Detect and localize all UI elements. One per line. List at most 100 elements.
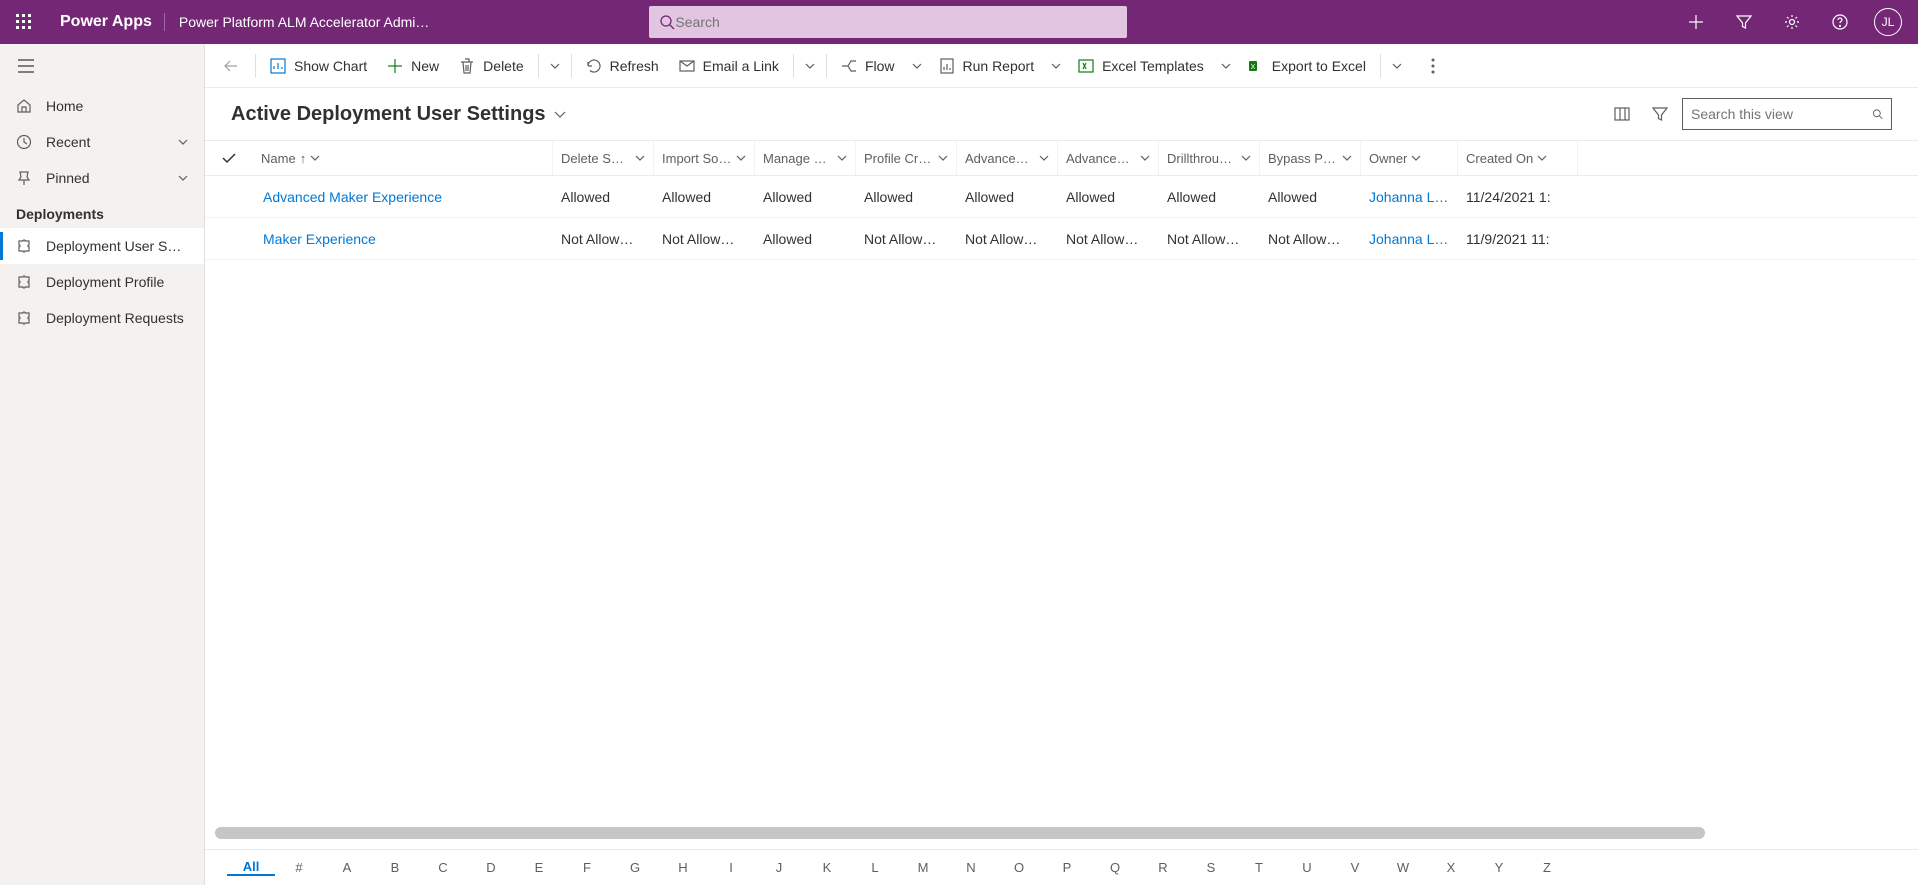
row-name-link[interactable]: Advanced Maker Experience xyxy=(253,189,553,205)
delete-split-chevron[interactable] xyxy=(543,63,567,69)
cell: Allowed xyxy=(957,189,1058,205)
nav-label: Pinned xyxy=(46,170,178,186)
flow-button[interactable]: Flow xyxy=(831,44,905,88)
excel-templates-button[interactable]: Excel Templates xyxy=(1068,44,1214,88)
nav-group-deployments: Deployments xyxy=(0,196,204,228)
column-header[interactable]: Delete Solu… xyxy=(553,141,654,175)
waffle-icon[interactable] xyxy=(0,0,48,44)
chevron-down-icon xyxy=(1140,155,1150,161)
export-split-chevron[interactable] xyxy=(1385,63,1409,69)
alpha-b[interactable]: B xyxy=(371,860,419,875)
delete-button[interactable]: Delete xyxy=(449,44,533,88)
chevron-down-icon xyxy=(736,155,746,161)
flow-chevron[interactable] xyxy=(905,63,929,69)
new-button[interactable]: New xyxy=(377,44,449,88)
show-chart-button[interactable]: Show Chart xyxy=(260,44,377,88)
alpha-x[interactable]: X xyxy=(1427,860,1475,875)
help-icon[interactable] xyxy=(1820,0,1860,44)
nav-pinned[interactable]: Pinned xyxy=(0,160,204,196)
more-commands-icon[interactable] xyxy=(1417,58,1449,74)
column-header[interactable]: Advanced … xyxy=(957,141,1058,175)
alpha-h[interactable]: H xyxy=(659,860,707,875)
alpha-v[interactable]: V xyxy=(1331,860,1379,875)
cell: Allowed xyxy=(654,189,755,205)
alpha-l[interactable]: L xyxy=(851,860,899,875)
export-excel-button[interactable]: X Export to Excel xyxy=(1238,44,1376,88)
column-header[interactable]: Drillthroug… xyxy=(1159,141,1260,175)
alpha-q[interactable]: Q xyxy=(1091,860,1139,875)
row-name-link[interactable]: Maker Experience xyxy=(253,231,553,247)
hamburger-icon[interactable] xyxy=(0,44,204,88)
view-selector[interactable]: Active Deployment User Settings xyxy=(231,103,566,126)
alpha-s[interactable]: S xyxy=(1187,860,1235,875)
alpha-e[interactable]: E xyxy=(515,860,563,875)
nav-recent[interactable]: Recent xyxy=(0,124,204,160)
alpha-w[interactable]: W xyxy=(1379,860,1427,875)
horizontal-scrollbar[interactable] xyxy=(215,827,1908,839)
column-header[interactable]: Manage So… xyxy=(755,141,856,175)
alpha-n[interactable]: N xyxy=(947,860,995,875)
gear-icon[interactable] xyxy=(1772,0,1812,44)
puzzle-icon xyxy=(16,238,36,254)
alpha-y[interactable]: Y xyxy=(1475,860,1523,875)
alpha-z[interactable]: Z xyxy=(1523,860,1571,875)
view-search-input[interactable] xyxy=(1691,106,1872,122)
pin-icon xyxy=(16,170,36,186)
column-header[interactable]: Created On xyxy=(1458,141,1578,175)
email-link-button[interactable]: Email a Link xyxy=(669,44,789,88)
run-report-chevron[interactable] xyxy=(1044,63,1068,69)
alpha-o[interactable]: O xyxy=(995,860,1043,875)
email-split-chevron[interactable] xyxy=(798,63,822,69)
back-button[interactable] xyxy=(215,50,247,82)
refresh-button[interactable]: Refresh xyxy=(576,44,669,88)
app-name[interactable]: Power Apps xyxy=(48,13,165,31)
nav-deployment-item[interactable]: Deployment Requests xyxy=(0,300,204,336)
add-icon[interactable] xyxy=(1676,0,1716,44)
nav-deployment-item[interactable]: Deployment User Se… xyxy=(0,228,204,264)
view-search[interactable] xyxy=(1682,98,1892,130)
alpha-g[interactable]: G xyxy=(611,860,659,875)
column-header[interactable]: Import Sol… xyxy=(654,141,755,175)
alpha-#[interactable]: # xyxy=(275,860,323,875)
chevron-down-icon xyxy=(1241,155,1251,161)
chevron-down-icon xyxy=(1537,155,1547,161)
filter-view-icon[interactable] xyxy=(1644,98,1676,130)
alpha-p[interactable]: P xyxy=(1043,860,1091,875)
column-header[interactable]: Owner xyxy=(1361,141,1458,175)
owner-link[interactable]: Johanna Lorenz xyxy=(1361,231,1458,247)
table-row[interactable]: Advanced Maker ExperienceAllowedAllowedA… xyxy=(205,176,1918,218)
view-title-label: Active Deployment User Settings xyxy=(231,103,546,126)
global-search-input[interactable] xyxy=(675,14,1117,30)
cell: 11/9/2021 11: xyxy=(1458,231,1578,247)
alpha-d[interactable]: D xyxy=(467,860,515,875)
alpha-u[interactable]: U xyxy=(1283,860,1331,875)
excel-templates-chevron[interactable] xyxy=(1214,63,1238,69)
column-header[interactable]: Name↑ xyxy=(253,141,553,175)
nav-deployment-item[interactable]: Deployment Profile xyxy=(0,264,204,300)
alpha-i[interactable]: I xyxy=(707,860,755,875)
svg-text:X: X xyxy=(1250,64,1255,71)
data-grid: Name↑Delete Solu…Import Sol…Manage So…Pr… xyxy=(205,140,1918,849)
alpha-f[interactable]: F xyxy=(563,860,611,875)
alpha-a[interactable]: A xyxy=(323,860,371,875)
edit-columns-icon[interactable] xyxy=(1606,98,1638,130)
owner-link[interactable]: Johanna Lorenz xyxy=(1361,189,1458,205)
alpha-all[interactable]: All xyxy=(227,859,275,876)
column-header[interactable]: Profile Crea… xyxy=(856,141,957,175)
alpha-r[interactable]: R xyxy=(1139,860,1187,875)
select-all-checkbox[interactable] xyxy=(205,141,253,175)
nav-home[interactable]: Home xyxy=(0,88,204,124)
alpha-m[interactable]: M xyxy=(899,860,947,875)
alpha-t[interactable]: T xyxy=(1235,860,1283,875)
run-report-button[interactable]: Run Report xyxy=(929,44,1045,88)
alpha-k[interactable]: K xyxy=(803,860,851,875)
user-avatar[interactable]: JL xyxy=(1868,0,1908,44)
alpha-c[interactable]: C xyxy=(419,860,467,875)
global-search[interactable] xyxy=(649,6,1127,38)
column-header[interactable]: Advanced … xyxy=(1058,141,1159,175)
column-header[interactable]: Bypass Pre… xyxy=(1260,141,1361,175)
chevron-down-icon xyxy=(1342,155,1352,161)
filter-icon[interactable] xyxy=(1724,0,1764,44)
table-row[interactable]: Maker ExperienceNot Allow…Not Allow…Allo… xyxy=(205,218,1918,260)
alpha-j[interactable]: J xyxy=(755,860,803,875)
